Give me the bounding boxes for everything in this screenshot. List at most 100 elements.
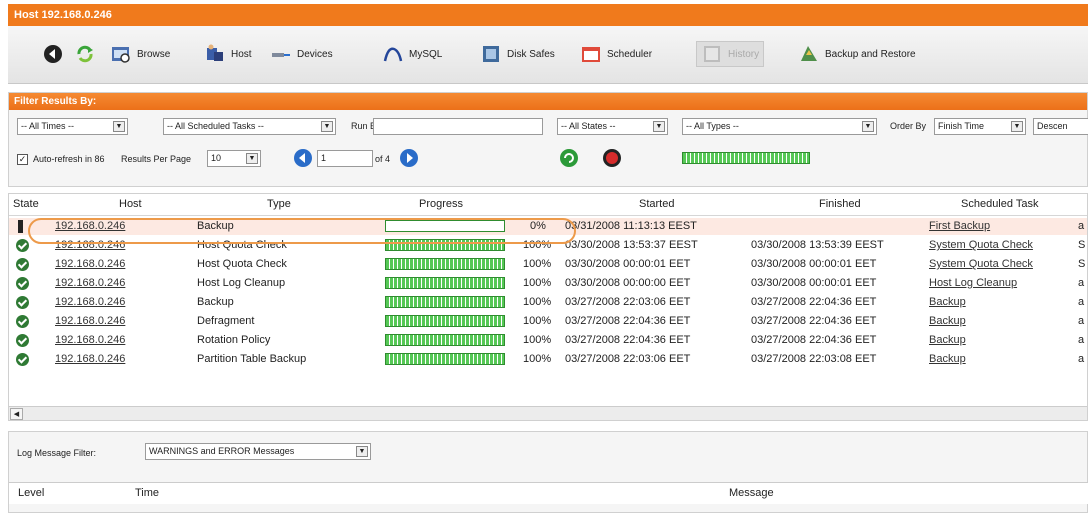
header-state[interactable]: State — [13, 198, 39, 210]
task-type: Backup — [197, 296, 234, 308]
run-refresh-button[interactable] — [559, 148, 579, 168]
next-page-button[interactable] — [399, 148, 419, 168]
header-host[interactable]: Host — [119, 198, 142, 210]
scheduled-task-link[interactable]: Host Log Cleanup — [929, 277, 1017, 289]
horizontal-scrollbar[interactable]: ◀ — [9, 406, 1087, 420]
main-toolbar: Browse Host Devices MySQL Disk Safes Sch… — [8, 26, 1088, 84]
table-row[interactable]: 192.168.0.246 Host Log Cleanup 100% 03/30/2… — [9, 275, 1087, 292]
truncated-cell: a — [1078, 277, 1085, 289]
backup-restore-label: Backup and Restore — [825, 48, 916, 60]
progress-bar — [385, 258, 505, 270]
progress-bar — [385, 334, 505, 346]
success-check-icon — [16, 239, 29, 252]
host-link[interactable]: 192.168.0.246 — [55, 315, 125, 327]
mysql-button[interactable]: MySQL — [382, 41, 442, 67]
refresh-button[interactable] — [74, 41, 96, 67]
order-by-select[interactable]: Finish Time ▼ — [934, 118, 1026, 135]
host-button[interactable]: Host — [204, 41, 252, 67]
truncated-cell: a — [1078, 353, 1085, 365]
order-direction-select[interactable]: Descen — [1033, 118, 1088, 135]
back-button[interactable] — [42, 41, 64, 67]
progress-fill — [386, 259, 504, 269]
scroll-left-icon[interactable]: ◀ — [10, 408, 23, 420]
back-arrow-icon — [44, 45, 62, 63]
types-select[interactable]: -- All Types -- ▼ — [682, 118, 877, 135]
backup-restore-button[interactable]: Backup and Restore — [798, 41, 916, 67]
finished-time: 03/30/2008 00:00:01 EET — [751, 277, 877, 289]
log-filter-select[interactable]: WARNINGS and ERROR Messages ▼ — [145, 443, 371, 460]
host-link[interactable]: 192.168.0.246 — [55, 353, 125, 365]
backup-restore-icon — [801, 46, 817, 61]
scheduled-task-link[interactable]: First Backup — [929, 220, 990, 232]
header-scheduled-task[interactable]: Scheduled Task — [961, 198, 1038, 210]
chevron-down-icon: ▼ — [1011, 121, 1023, 132]
auto-refresh-label: Auto-refresh in 86 — [33, 154, 105, 164]
history-button[interactable]: History — [696, 41, 765, 67]
header-finished[interactable]: Finished — [819, 198, 861, 210]
results-per-page-label: Results Per Page — [121, 154, 192, 164]
scheduled-task-link[interactable]: System Quota Check — [929, 258, 1033, 270]
table-row[interactable]: 192.168.0.246 Partition Table Backup 100% 0… — [9, 351, 1087, 368]
scheduled-tasks-select[interactable]: -- All Scheduled Tasks -- ▼ — [163, 118, 336, 135]
truncated-cell: S — [1078, 258, 1086, 270]
chevron-down-icon: ▼ — [356, 446, 368, 457]
page-number-input[interactable]: 1 — [317, 150, 373, 167]
table-row[interactable]: 192.168.0.246 Backup 100% 03/27/2008 22:03:… — [9, 294, 1087, 311]
stop-button[interactable] — [602, 148, 622, 168]
header-started[interactable]: Started — [639, 198, 674, 210]
host-link[interactable]: 192.168.0.246 — [55, 277, 125, 289]
filter-heading: Filter Results By: — [9, 93, 1087, 110]
finished-time: 03/27/2008 22:04:36 EET — [751, 296, 877, 308]
header-divider — [9, 215, 1087, 216]
log-header-message[interactable]: Message — [729, 487, 774, 499]
success-check-icon — [16, 334, 29, 347]
results-per-page-value: 10 — [211, 153, 222, 163]
scheduled-task-link[interactable]: Backup — [929, 353, 966, 365]
table-row[interactable]: 192.168.0.246 Rotation Policy 100% 03/27/20… — [9, 332, 1087, 349]
times-select[interactable]: -- All Times -- ▼ — [17, 118, 128, 135]
table-row[interactable]: 192.168.0.246 Host Quota Check 100% 03/30/2… — [9, 256, 1087, 273]
scheduled-task-link[interactable]: Backup — [929, 296, 966, 308]
header-progress[interactable]: Progress — [419, 198, 463, 210]
truncated-cell: a — [1078, 315, 1085, 327]
chevron-down-icon: ▼ — [113, 121, 125, 132]
scheduled-task-link[interactable]: Backup — [929, 315, 966, 327]
scheduled-task-link[interactable]: System Quota Check — [929, 239, 1033, 251]
log-filter-label: Log Message Filter: — [17, 448, 97, 458]
mysql-icon — [383, 47, 403, 62]
page-count-label: of 4 — [375, 154, 391, 164]
chevron-down-icon: ▼ — [862, 121, 874, 132]
host-link[interactable]: 192.168.0.246 — [55, 296, 125, 308]
devices-button[interactable]: Devices — [270, 41, 333, 67]
previous-page-button[interactable] — [293, 148, 313, 168]
table-row[interactable]: 192.168.0.246 Defragment 100% 03/27/2008 22… — [9, 313, 1087, 330]
order-direction-value: Descen — [1037, 121, 1068, 131]
log-panel: Log Message Filter: WARNINGS and ERROR M… — [8, 431, 1088, 513]
auto-refresh-checkbox[interactable]: ✓ — [17, 154, 28, 165]
progress-percent: 100% — [523, 315, 552, 327]
history-icon — [704, 46, 720, 62]
types-value: -- All Types -- — [686, 121, 739, 131]
host-link[interactable]: 192.168.0.246 — [55, 258, 125, 270]
results-per-page-select[interactable]: 10 ▼ — [207, 150, 261, 167]
truncated-cell: a — [1078, 296, 1085, 308]
success-check-icon — [16, 315, 29, 328]
task-type: Host Log Cleanup — [197, 277, 286, 289]
browse-button[interactable]: Browse — [110, 41, 170, 67]
header-type[interactable]: Type — [267, 198, 291, 210]
filter-panel: Filter Results By: -- All Times -- ▼ -- A… — [8, 92, 1088, 187]
host-link[interactable]: 192.168.0.246 — [55, 334, 125, 346]
log-header-time[interactable]: Time — [135, 487, 159, 499]
scheduler-button[interactable]: Scheduler — [580, 41, 652, 67]
log-header-level[interactable]: Level — [18, 487, 44, 499]
run-by-input[interactable] — [373, 118, 543, 135]
disk-safes-button[interactable]: Disk Safes — [480, 41, 555, 67]
refresh-icon — [77, 45, 93, 63]
host-icon — [207, 44, 223, 61]
progress-bar — [385, 353, 505, 365]
progress-percent: 100% — [523, 277, 552, 289]
scheduled-task-link[interactable]: Backup — [929, 334, 966, 346]
disk-safes-label: Disk Safes — [507, 48, 555, 60]
finished-time: 03/27/2008 22:04:36 EET — [751, 334, 877, 346]
states-select[interactable]: -- All States -- ▼ — [557, 118, 668, 135]
